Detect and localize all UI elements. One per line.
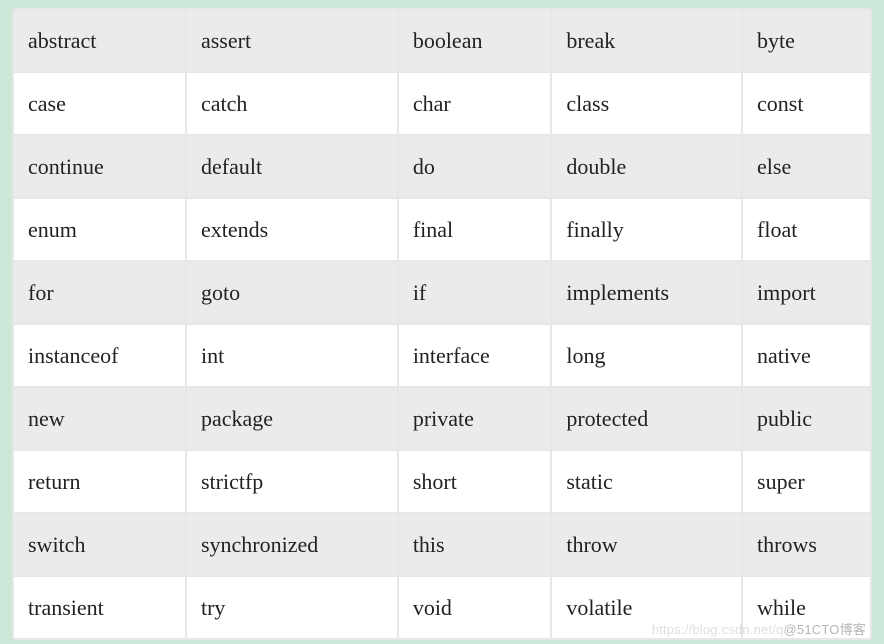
keyword-cell: boolean [399, 10, 551, 71]
keyword-cell: finally [552, 199, 741, 260]
keyword-cell: const [743, 73, 870, 134]
keyword-cell: extends [187, 199, 397, 260]
table-row: for goto if implements import [14, 262, 870, 323]
keyword-cell: new [14, 388, 185, 449]
table-row: instanceof int interface long native [14, 325, 870, 386]
keyword-cell: continue [14, 136, 185, 197]
keyword-cell: volatile [552, 577, 741, 638]
keyword-cell: instanceof [14, 325, 185, 386]
keywords-table: abstract assert boolean break byte case … [12, 8, 872, 640]
keyword-cell: default [187, 136, 397, 197]
table-row: new package private protected public [14, 388, 870, 449]
keyword-cell: float [743, 199, 870, 260]
keyword-cell: switch [14, 514, 185, 575]
keyword-cell: try [187, 577, 397, 638]
keyword-cell: transient [14, 577, 185, 638]
keyword-cell: double [552, 136, 741, 197]
keyword-cell: native [743, 325, 870, 386]
keyword-cell: do [399, 136, 551, 197]
keyword-cell: static [552, 451, 741, 512]
keyword-cell: byte [743, 10, 870, 71]
keyword-cell: class [552, 73, 741, 134]
keyword-cell: synchronized [187, 514, 397, 575]
keyword-cell: case [14, 73, 185, 134]
keywords-table-container: abstract assert boolean break byte case … [12, 8, 872, 640]
keyword-cell: protected [552, 388, 741, 449]
table-row: case catch char class const [14, 73, 870, 134]
keyword-cell: abstract [14, 10, 185, 71]
keyword-cell: super [743, 451, 870, 512]
keyword-cell: this [399, 514, 551, 575]
keyword-cell: private [399, 388, 551, 449]
keyword-cell: while [743, 577, 870, 638]
keyword-cell: interface [399, 325, 551, 386]
keyword-cell: else [743, 136, 870, 197]
keyword-cell: catch [187, 73, 397, 134]
keyword-cell: final [399, 199, 551, 260]
keyword-cell: throw [552, 514, 741, 575]
keyword-cell: goto [187, 262, 397, 323]
keyword-cell: int [187, 325, 397, 386]
keyword-cell: if [399, 262, 551, 323]
keyword-cell: implements [552, 262, 741, 323]
keyword-cell: public [743, 388, 870, 449]
keyword-cell: package [187, 388, 397, 449]
keyword-cell: long [552, 325, 741, 386]
keyword-cell: void [399, 577, 551, 638]
keyword-cell: return [14, 451, 185, 512]
keyword-cell: assert [187, 10, 397, 71]
keyword-cell: strictfp [187, 451, 397, 512]
table-row: return strictfp short static super [14, 451, 870, 512]
table-row: enum extends final finally float [14, 199, 870, 260]
keyword-cell: break [552, 10, 741, 71]
keyword-cell: enum [14, 199, 185, 260]
keyword-cell: throws [743, 514, 870, 575]
table-row: switch synchronized this throw throws [14, 514, 870, 575]
table-row: abstract assert boolean break byte [14, 10, 870, 71]
keyword-cell: short [399, 451, 551, 512]
table-row: continue default do double else [14, 136, 870, 197]
table-row: transient try void volatile while [14, 577, 870, 638]
keyword-cell: char [399, 73, 551, 134]
keyword-cell: import [743, 262, 870, 323]
keyword-cell: for [14, 262, 185, 323]
